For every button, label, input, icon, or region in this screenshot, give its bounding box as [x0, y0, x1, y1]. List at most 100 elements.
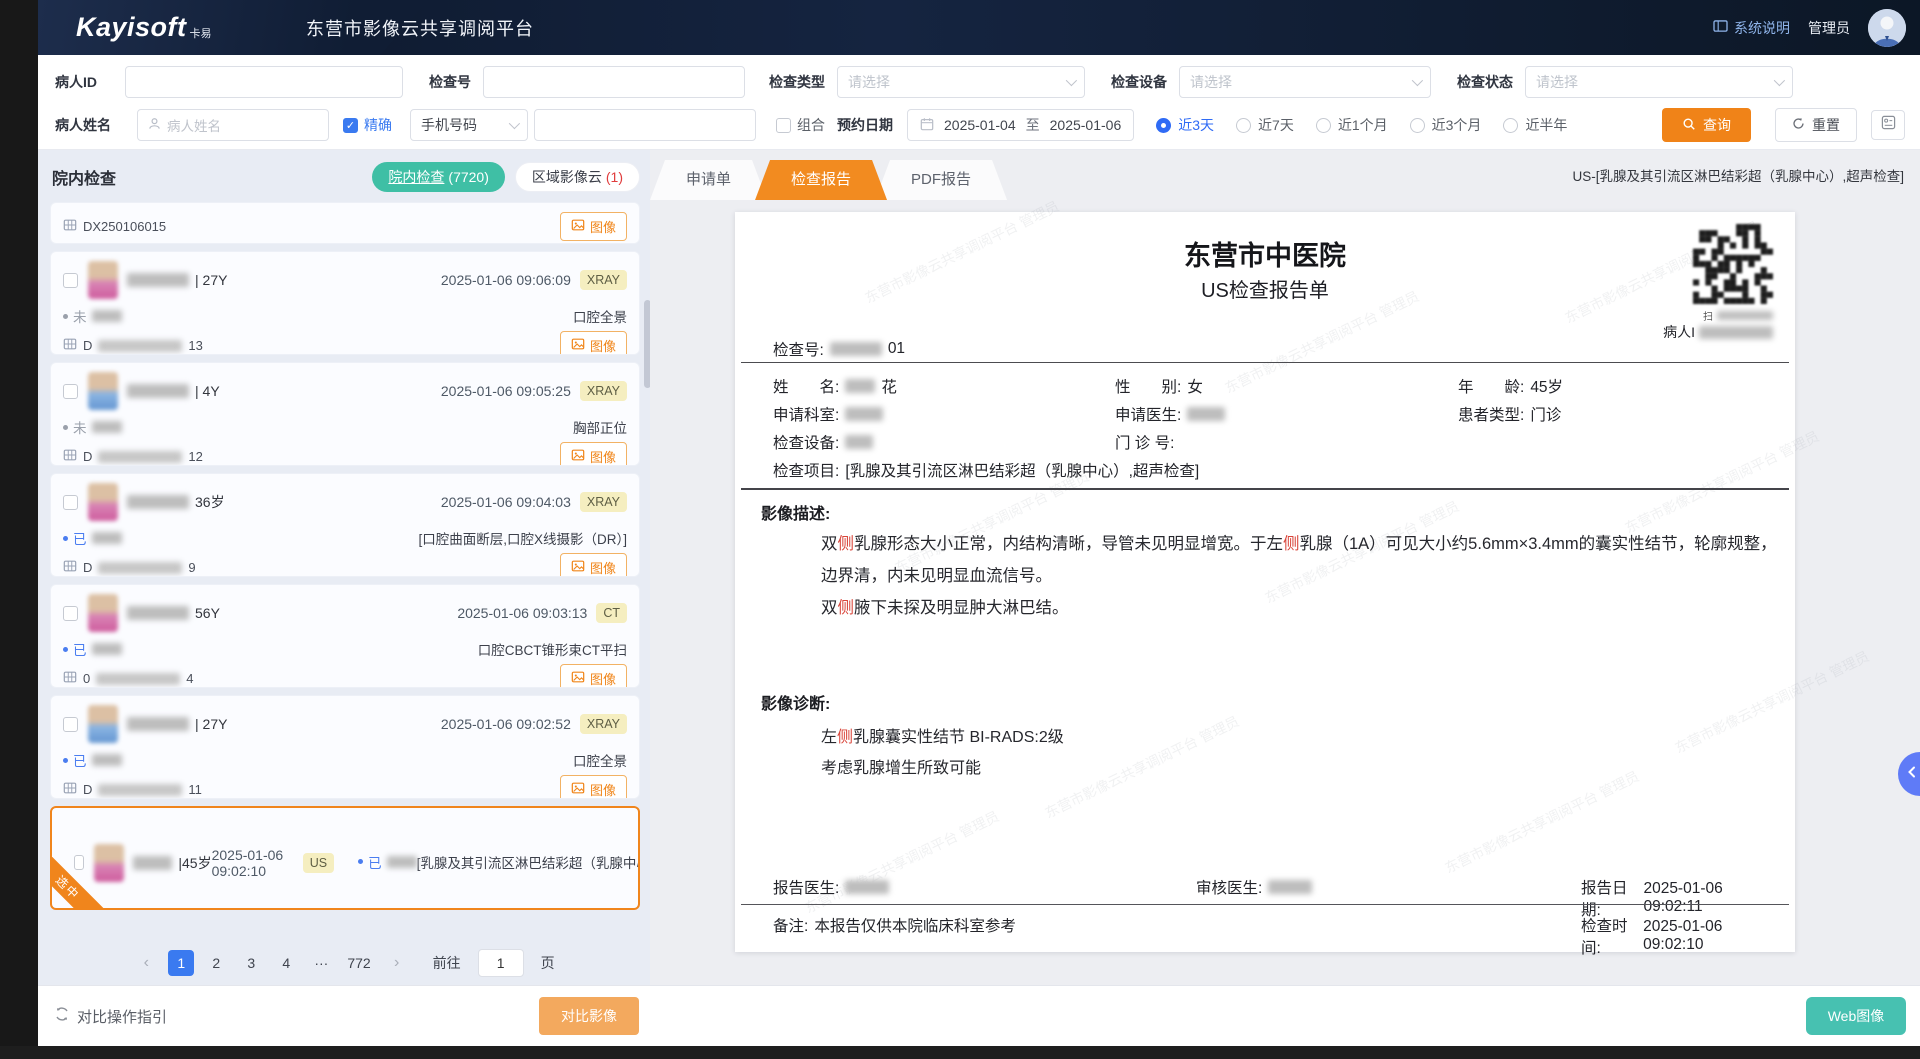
compare-guide-icon — [54, 1006, 70, 1026]
page-button-2[interactable]: 2 — [203, 950, 229, 976]
quick-range-5[interactable]: 近半年 — [1503, 115, 1567, 135]
image-button[interactable]: 图像 — [560, 664, 627, 688]
exam-card[interactable]: | 4Y2025-01-06 09:05:25XRAY未胸部正位D12图像 — [50, 362, 640, 466]
exam-card[interactable]: 36岁2025-01-06 09:04:03XRAY已[口腔曲面断层,口腔X线摄… — [50, 473, 640, 577]
exam-device-select[interactable]: 请选择 — [1179, 66, 1431, 98]
tab-in-hospital-exams[interactable]: 院内检查 (7720) — [372, 162, 504, 192]
field-patient-type: 患者类型:门诊 — [1458, 403, 1561, 425]
exam-id-redacted — [98, 562, 182, 574]
system-help-link[interactable]: 系统说明 — [1713, 18, 1790, 38]
exact-checkbox[interactable]: ✓ 精确 — [343, 115, 392, 135]
compare-images-button[interactable]: 对比影像 — [539, 997, 639, 1035]
tab-pdf-report[interactable]: PDF报告 — [875, 160, 1007, 200]
compare-guide-link[interactable]: 对比操作指引 — [54, 986, 167, 1046]
quick-range-2[interactable]: 近7天 — [1236, 115, 1294, 135]
exam-type-label: 检查类型 — [769, 72, 825, 92]
exam-id: D11 — [63, 781, 202, 798]
desc-line: 双侧乳腺形态大小正常，内结构清晰，导管未见明显增宽。于左侧乳腺（1A）可见大小约… — [821, 528, 1781, 592]
highlighted-keyword: 侧 — [1283, 535, 1300, 553]
image-icon — [571, 218, 585, 235]
status-redacted — [92, 754, 122, 766]
phone-field-select[interactable]: 手机号码 — [410, 109, 528, 141]
exam-type-select[interactable]: 请选择 — [837, 66, 1085, 98]
page-button-772[interactable]: 772 — [343, 950, 374, 976]
exam-card[interactable]: |45岁2025-01-06 09:02:10US已[乳腺及其引流区淋巴结彩超（… — [50, 806, 640, 910]
quick-range-label: 近3个月 — [1432, 115, 1482, 135]
image-button[interactable]: 图像 — [560, 331, 627, 355]
diag-section-body: 左侧乳腺囊实性结节 BI-RADS:2级考虑乳腺增生所致可能 — [821, 722, 1781, 784]
row-checkbox[interactable] — [74, 855, 84, 870]
divider — [741, 362, 1789, 363]
refresh-icon — [1792, 117, 1805, 133]
patient-id-input[interactable] — [125, 66, 403, 98]
row-checkbox[interactable] — [63, 384, 78, 399]
status-dot-icon — [63, 314, 68, 319]
exam-id: D12 — [63, 448, 203, 465]
exam-no-input[interactable] — [483, 66, 745, 98]
exam-card[interactable]: | 27Y2025-01-06 09:02:52XRAY已口腔全景D11图像 — [50, 695, 640, 799]
tab-exam-report[interactable]: 检查报告 — [755, 160, 887, 200]
chevron-down-icon — [1774, 75, 1785, 86]
quick-range-4[interactable]: 近3个月 — [1410, 115, 1482, 135]
film-icon — [63, 781, 77, 798]
status-prefix: 未 — [73, 417, 87, 437]
highlighted-keyword: 侧 — [838, 535, 855, 553]
date-range-picker[interactable]: 2025-01-04 至 2025-01-06 — [907, 109, 1134, 141]
tab-region-cloud[interactable]: 区域影像云 (1) — [515, 162, 640, 192]
search-button[interactable]: 查询 — [1662, 108, 1751, 142]
exam-card[interactable]: 56Y2025-01-06 09:03:13CT已口腔CBCT锥形束CT平扫04… — [50, 584, 640, 688]
patient-name-input[interactable]: 病人姓名 — [137, 109, 329, 141]
image-button[interactable]: 图像 — [560, 212, 627, 241]
prev-page-button[interactable]: ‹ — [133, 950, 159, 976]
field-req-doctor: 申请医生: — [1115, 403, 1225, 425]
exam-card[interactable]: | 27Y2025-01-06 09:06:09XRAY未口腔全景D13图像 — [50, 251, 640, 355]
watermark-text: 东营市影像云共享调阅平台 管理员 — [801, 806, 1002, 918]
exam-status-select[interactable]: 请选择 — [1525, 66, 1793, 98]
status-redacted — [92, 310, 122, 322]
exam-card-partial[interactable]: DX250106015图像 — [50, 202, 640, 244]
reset-button[interactable]: 重置 — [1775, 108, 1857, 142]
film-icon — [63, 218, 77, 235]
film-icon — [63, 559, 77, 576]
status-redacted — [92, 421, 122, 433]
page-button-1[interactable]: 1 — [168, 950, 194, 976]
film-icon — [63, 337, 77, 354]
exam-id-prefix: D — [83, 338, 92, 353]
quick-range-1[interactable]: 近3天 — [1156, 115, 1214, 135]
status-prefix: 已 — [73, 639, 87, 659]
image-button[interactable]: 图像 — [560, 775, 627, 799]
field-dept: 申请科室: — [773, 403, 883, 425]
goto-page-input[interactable] — [478, 949, 524, 977]
user-avatar[interactable] — [1868, 9, 1906, 47]
next-page-button[interactable]: › — [384, 950, 410, 976]
combine-checkbox[interactable]: 组合 — [776, 115, 825, 135]
exam-desc: [口腔曲面断层,口腔X线摄影（DR）] — [418, 528, 627, 548]
highlighted-keyword: 侧 — [837, 729, 853, 746]
row-checkbox[interactable] — [63, 606, 78, 621]
layout-toggle-button[interactable] — [1871, 110, 1905, 140]
image-button-label: 图像 — [590, 669, 616, 688]
image-button-label: 图像 — [590, 558, 616, 577]
patient-age: | 27Y — [195, 272, 227, 288]
image-button[interactable]: 图像 — [560, 442, 627, 466]
image-button[interactable]: 图像 — [560, 553, 627, 577]
page-button-4[interactable]: 4 — [273, 950, 299, 976]
row-checkbox[interactable] — [63, 273, 78, 288]
row-checkbox[interactable] — [63, 717, 78, 732]
page-button-3[interactable]: 3 — [238, 950, 264, 976]
modality-badge: XRAY — [580, 381, 627, 401]
chevron-down-icon — [1066, 75, 1077, 86]
desc-section-body: 双侧乳腺形态大小正常，内结构清晰，导管未见明显增宽。于左侧乳腺（1A）可见大小约… — [821, 528, 1781, 624]
status-redacted — [92, 532, 122, 544]
exam-id: 04 — [63, 670, 193, 687]
tab-request-form[interactable]: 申请单 — [650, 160, 767, 200]
status-prefix: 已 — [73, 750, 87, 770]
quick-range-label: 近半年 — [1525, 115, 1567, 135]
web-image-button[interactable]: Web图像 — [1806, 997, 1906, 1035]
window-bottom-strip — [0, 1046, 1920, 1059]
phone-input[interactable] — [534, 109, 756, 141]
chevron-down-icon — [1412, 75, 1423, 86]
goto-label: 前往 — [433, 953, 461, 973]
quick-range-3[interactable]: 近1个月 — [1316, 115, 1388, 135]
row-checkbox[interactable] — [63, 495, 78, 510]
